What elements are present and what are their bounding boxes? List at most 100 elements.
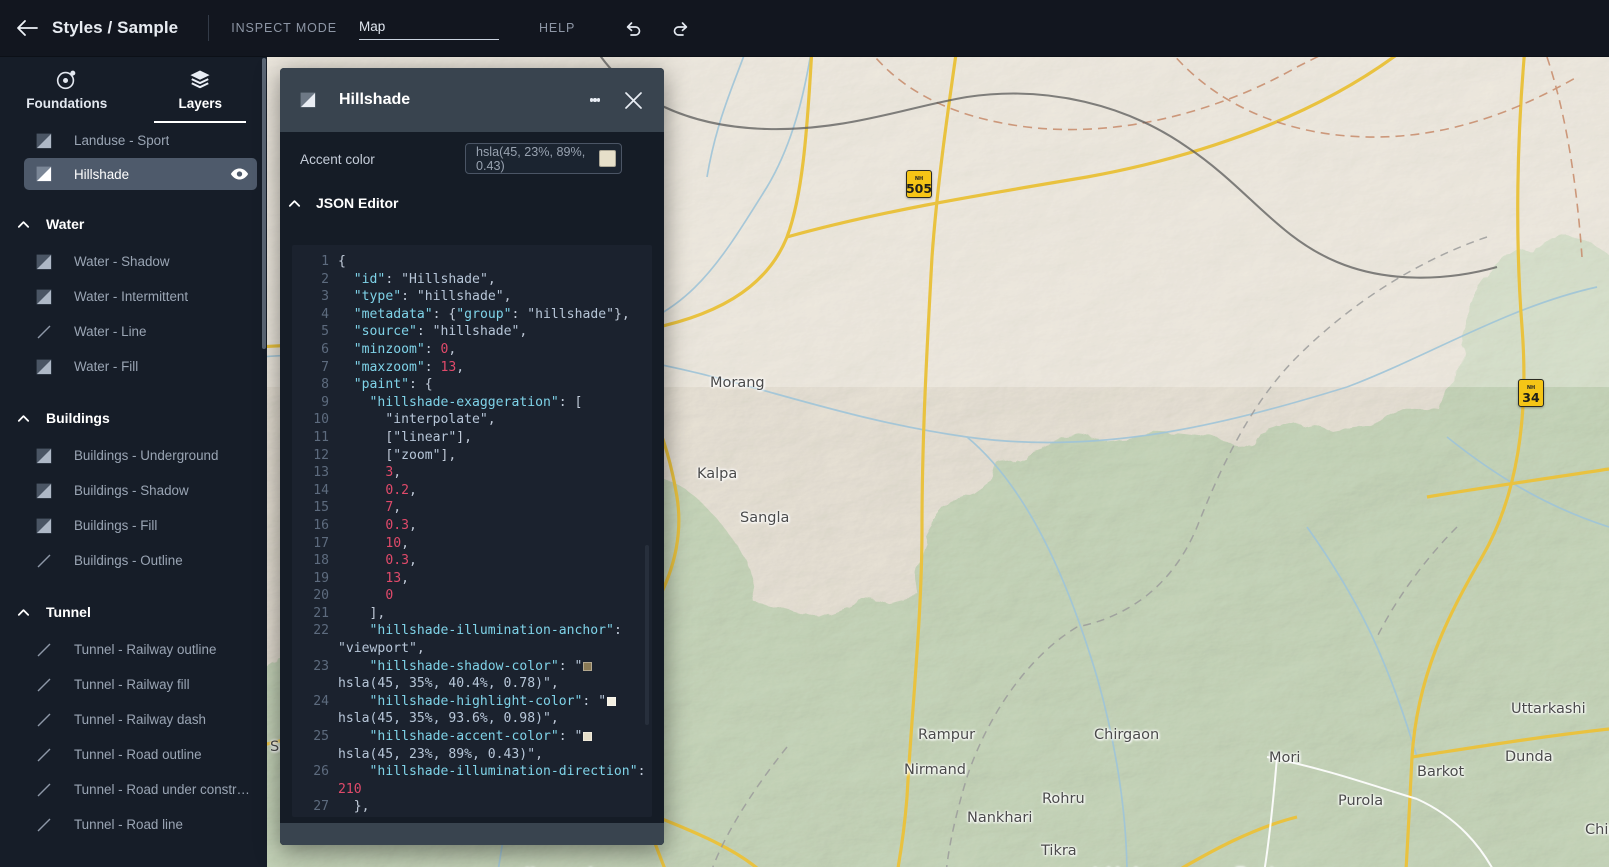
layer-row[interactable]: Water - Fill [0,349,267,384]
layer-group-label: Buildings [46,410,110,426]
layer-row[interactable]: Tunnel - Road line [0,807,267,842]
layer-row[interactable]: Water - Intermittent [0,279,267,314]
code-line: 13 3, [292,464,652,482]
highway-shield-icon: NH 505 [906,170,932,198]
code-line: 2 "id": "Hillshade", [292,271,652,289]
code-line: 10 "interpolate", [292,411,652,429]
code-text: 7, [385,500,402,516]
fill-swatch-icon [36,483,52,498]
help-button[interactable]: HELP [539,21,575,35]
code-text: "paint": { [353,377,433,393]
arrow-left-icon [17,20,38,36]
fill-swatch-icon [36,289,52,304]
layer-row-label: Hillshade [74,166,130,182]
layer-row[interactable]: Water - Shadow [0,244,267,279]
line-number: 2 [321,271,329,287]
code-line: 8 "paint": { [292,376,652,394]
layer-row[interactable]: Buildings - Shadow [0,473,267,508]
redo-button[interactable] [661,8,701,48]
layer-group-buildings[interactable]: Buildings [0,398,267,438]
layer-row[interactable]: Tunnel - Railway dash [0,702,267,737]
line-number: 23 [313,658,329,674]
close-icon[interactable] [616,83,650,117]
tab-foundations[interactable]: Foundations [0,57,134,123]
code-line: 14 0.2, [292,482,652,500]
code-line: 9 "hillshade-exaggeration": [ [292,394,652,412]
layer-row[interactable]: Buildings - Fill [0,508,267,543]
code-text: 0.3, [385,517,417,533]
code-line: 11 ["linear"], [292,429,652,447]
line-number: 15 [313,500,329,516]
accent-color-field[interactable]: hsla(45, 23%, 89%, 0.43) [465,143,622,174]
undo-icon [626,22,641,36]
shield-number: 505 [905,181,933,196]
code-text: 0 [385,588,394,604]
layer-list[interactable]: Landuse - Sport Hillshade Water Water - … [0,123,267,867]
accent-color-row: Accent color hsla(45, 23%, 89%, 0.43) [280,132,664,186]
tab-layers-label: Layers [178,96,223,111]
code-line: 1{ [292,253,652,271]
kebab-menu-icon[interactable] [580,85,610,115]
breadcrumb[interactable]: Styles / Sample [52,18,178,38]
layer-row-label: Buildings - Shadow [74,483,189,498]
code-line: 28 "layout": {"visibility": "visible"} [292,816,652,817]
code-line: 19 13, [292,570,652,588]
undo-button[interactable] [613,8,653,48]
layer-group-tunnel[interactable]: Tunnel [0,592,267,632]
code-line: 15 7, [292,499,652,517]
map-name-input[interactable] [358,16,499,40]
chevron-up-icon [17,414,30,422]
fill-swatch-icon [36,166,52,182]
layer-row[interactable]: Landuse - Sport [0,123,267,158]
line-number: 4 [321,306,329,322]
top-toolbar: Styles / Sample INSPECT MODE HELP [0,0,1609,57]
editor-scrollbar-thumb[interactable] [645,545,649,725]
accent-color-swatch[interactable] [599,150,616,167]
sidebar-tabs: Foundations Layers [0,57,267,123]
toolbar-divider [208,15,210,41]
layer-row[interactable]: Tunnel - Road under constr… [0,772,267,807]
inspect-mode-label: INSPECT MODE [231,21,337,35]
code-line: 12 ["zoom"], [292,447,652,465]
code-text: 10, [385,535,409,551]
accent-color-label: Accent color [300,151,375,167]
code-text: ["linear"], [385,429,473,445]
layer-row[interactable]: Buildings - Underground [0,438,267,473]
layer-row[interactable]: Water - Line [0,314,267,349]
line-number: 10 [313,412,329,428]
line-number: 12 [313,447,329,463]
left-sidebar: Foundations Layers Landuse - Sport Hills… [0,57,267,867]
layer-row[interactable]: Tunnel - Railway outline [0,632,267,667]
chevron-up-icon [288,199,301,207]
json-editor-toggle[interactable]: JSON Editor [280,186,664,220]
code-text: "hillshade-highlight-color": "hsla(45, 3… [338,693,652,728]
sidebar-scrollbar-thumb[interactable] [262,58,266,349]
code-line: 25 "hillshade-accent-color": "hsla(45, 2… [292,728,652,763]
line-number: 18 [313,553,329,569]
layer-row-label: Water - Line [74,324,147,339]
line-swatch-icon [37,818,51,831]
code-line: 26 "hillshade-illumination-direction": 2… [292,763,652,798]
line-number: 3 [321,289,329,305]
layer-row-label: Landuse - Sport [74,133,170,148]
line-number: 11 [313,429,329,445]
panel-footer [280,823,664,845]
layer-row[interactable]: Tunnel - Railway fill [0,667,267,702]
code-line: 22 "hillshade-illumination-anchor": "vie… [292,622,652,657]
line-number: 1 [321,254,329,269]
layer-group-water[interactable]: Water [0,204,267,244]
layer-row-selected[interactable]: Hillshade [24,158,257,190]
code-line: 17 10, [292,535,652,553]
json-editor[interactable]: 1{2 "id": "Hillshade", 3 "type": "hillsha… [292,245,652,817]
eye-icon[interactable] [230,167,249,181]
layer-row-label: Water - Shadow [74,254,170,269]
back-button[interactable] [4,5,50,51]
layer-row[interactable]: Tunnel - Road outline [0,737,267,772]
code-text: "type": "hillshade", [353,289,512,305]
tab-layers[interactable]: Layers [134,57,268,123]
map-input-wrapper [358,16,499,40]
layer-row[interactable]: Buildings - Outline [0,543,267,578]
line-swatch-icon [37,325,51,338]
line-number: 21 [313,605,329,621]
layer-row-label: Tunnel - Railway dash [74,712,206,727]
